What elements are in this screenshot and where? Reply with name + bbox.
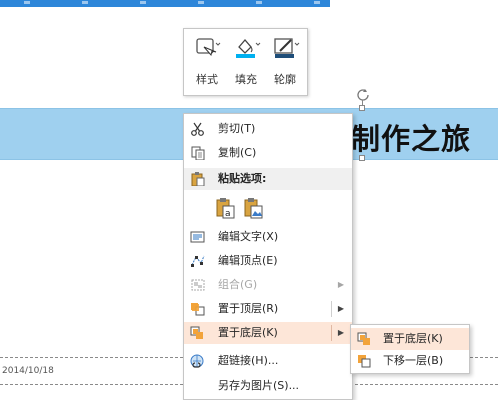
hyperlink-label: 超链接(H)...	[218, 354, 279, 367]
bring-to-front-label: 置于顶层(R)	[218, 302, 279, 315]
selection-handle-bottom[interactable]	[359, 155, 365, 161]
split-separator	[331, 301, 332, 317]
copy-icon	[191, 146, 205, 160]
shape-outline-icon	[274, 38, 300, 58]
footer-date: 2014/10/18	[2, 366, 54, 376]
submenu-arrow-icon[interactable]: ▶	[338, 322, 344, 344]
paint-bucket-icon	[236, 39, 261, 58]
menu-item-hyperlink[interactable]: 超链接(H)...	[184, 350, 352, 372]
slide-title-text[interactable]: 制作之旅	[351, 116, 471, 158]
paste-options-label: 粘贴选项:	[218, 172, 267, 185]
outline-button[interactable]: 轮廓	[266, 35, 304, 91]
edit-points-label: 编辑顶点(E)	[218, 254, 278, 267]
send-backward-icon	[358, 355, 371, 368]
submenu-arrow-icon[interactable]: ▶	[338, 298, 344, 320]
menu-item-edit-text[interactable]: 编辑文字(X)	[184, 226, 352, 248]
paste-keep-source-icon[interactable]: a	[214, 197, 236, 219]
menu-item-cut[interactable]: 剪切(T)	[184, 118, 352, 140]
paste-options-header: 粘贴选项:	[184, 168, 352, 190]
mini-toolbar: 样式 填充 轮廓	[183, 28, 308, 96]
submenu-arrow-icon: ▶	[337, 280, 344, 289]
rotate-handle-icon[interactable]	[356, 87, 370, 104]
menu-item-bring-to-front[interactable]: 置于顶层(R) ▶	[184, 298, 352, 320]
top-ribbon-strip	[0, 0, 330, 7]
outline-label: 轮廓	[274, 73, 296, 86]
menu-item-save-as-picture[interactable]: 另存为图片(S)...	[184, 375, 352, 397]
edit-points-icon	[191, 255, 205, 267]
group-label: 组合(G)	[218, 278, 258, 291]
submenu-send-backward-label: 下移一层(B)	[383, 354, 444, 367]
selection-handle-top[interactable]	[359, 105, 365, 111]
send-to-back-label: 置于底层(K)	[218, 326, 278, 339]
send-to-back-icon	[190, 326, 203, 339]
shape-style-icon	[196, 38, 221, 57]
bring-to-front-icon	[191, 303, 205, 316]
scissors-icon	[191, 122, 204, 136]
split-separator	[331, 325, 332, 341]
style-label: 样式	[196, 73, 218, 86]
context-menu: 剪切(T) 复制(C) 粘贴选项: a 编辑文字(X) 编辑顶点(E) 组合(G…	[183, 113, 353, 400]
cut-label: 剪切(T)	[218, 122, 256, 135]
submenu-item-send-backward[interactable]: 下移一层(B)	[351, 350, 469, 372]
menu-item-copy[interactable]: 复制(C)	[184, 142, 352, 164]
menu-item-send-to-back[interactable]: 置于底层(K) ▶	[184, 322, 352, 344]
paste-options-row: a	[184, 192, 352, 224]
menu-item-edit-points[interactable]: 编辑顶点(E)	[184, 250, 352, 272]
menu-item-group[interactable]: 组合(G) ▶	[184, 274, 352, 296]
paste-as-picture-icon[interactable]	[242, 197, 264, 219]
edit-text-label: 编辑文字(X)	[218, 230, 279, 243]
save-as-picture-label: 另存为图片(S)...	[218, 379, 300, 392]
group-icon	[191, 279, 205, 291]
hyperlink-icon	[190, 354, 204, 368]
send-to-back-icon	[357, 332, 370, 345]
fill-label: 填充	[235, 73, 257, 86]
clipboard-icon	[191, 172, 205, 186]
submenu-send-to-back-label: 置于底层(K)	[383, 332, 443, 345]
submenu-item-send-to-back[interactable]: 置于底层(K)	[351, 328, 469, 350]
edit-text-icon	[190, 231, 205, 243]
svg-text:a: a	[225, 209, 231, 219]
send-to-back-submenu: 置于底层(K) 下移一层(B)	[350, 324, 470, 374]
fill-button[interactable]: 填充	[227, 35, 265, 91]
style-button[interactable]: 样式	[188, 35, 226, 91]
copy-label: 复制(C)	[218, 146, 257, 159]
